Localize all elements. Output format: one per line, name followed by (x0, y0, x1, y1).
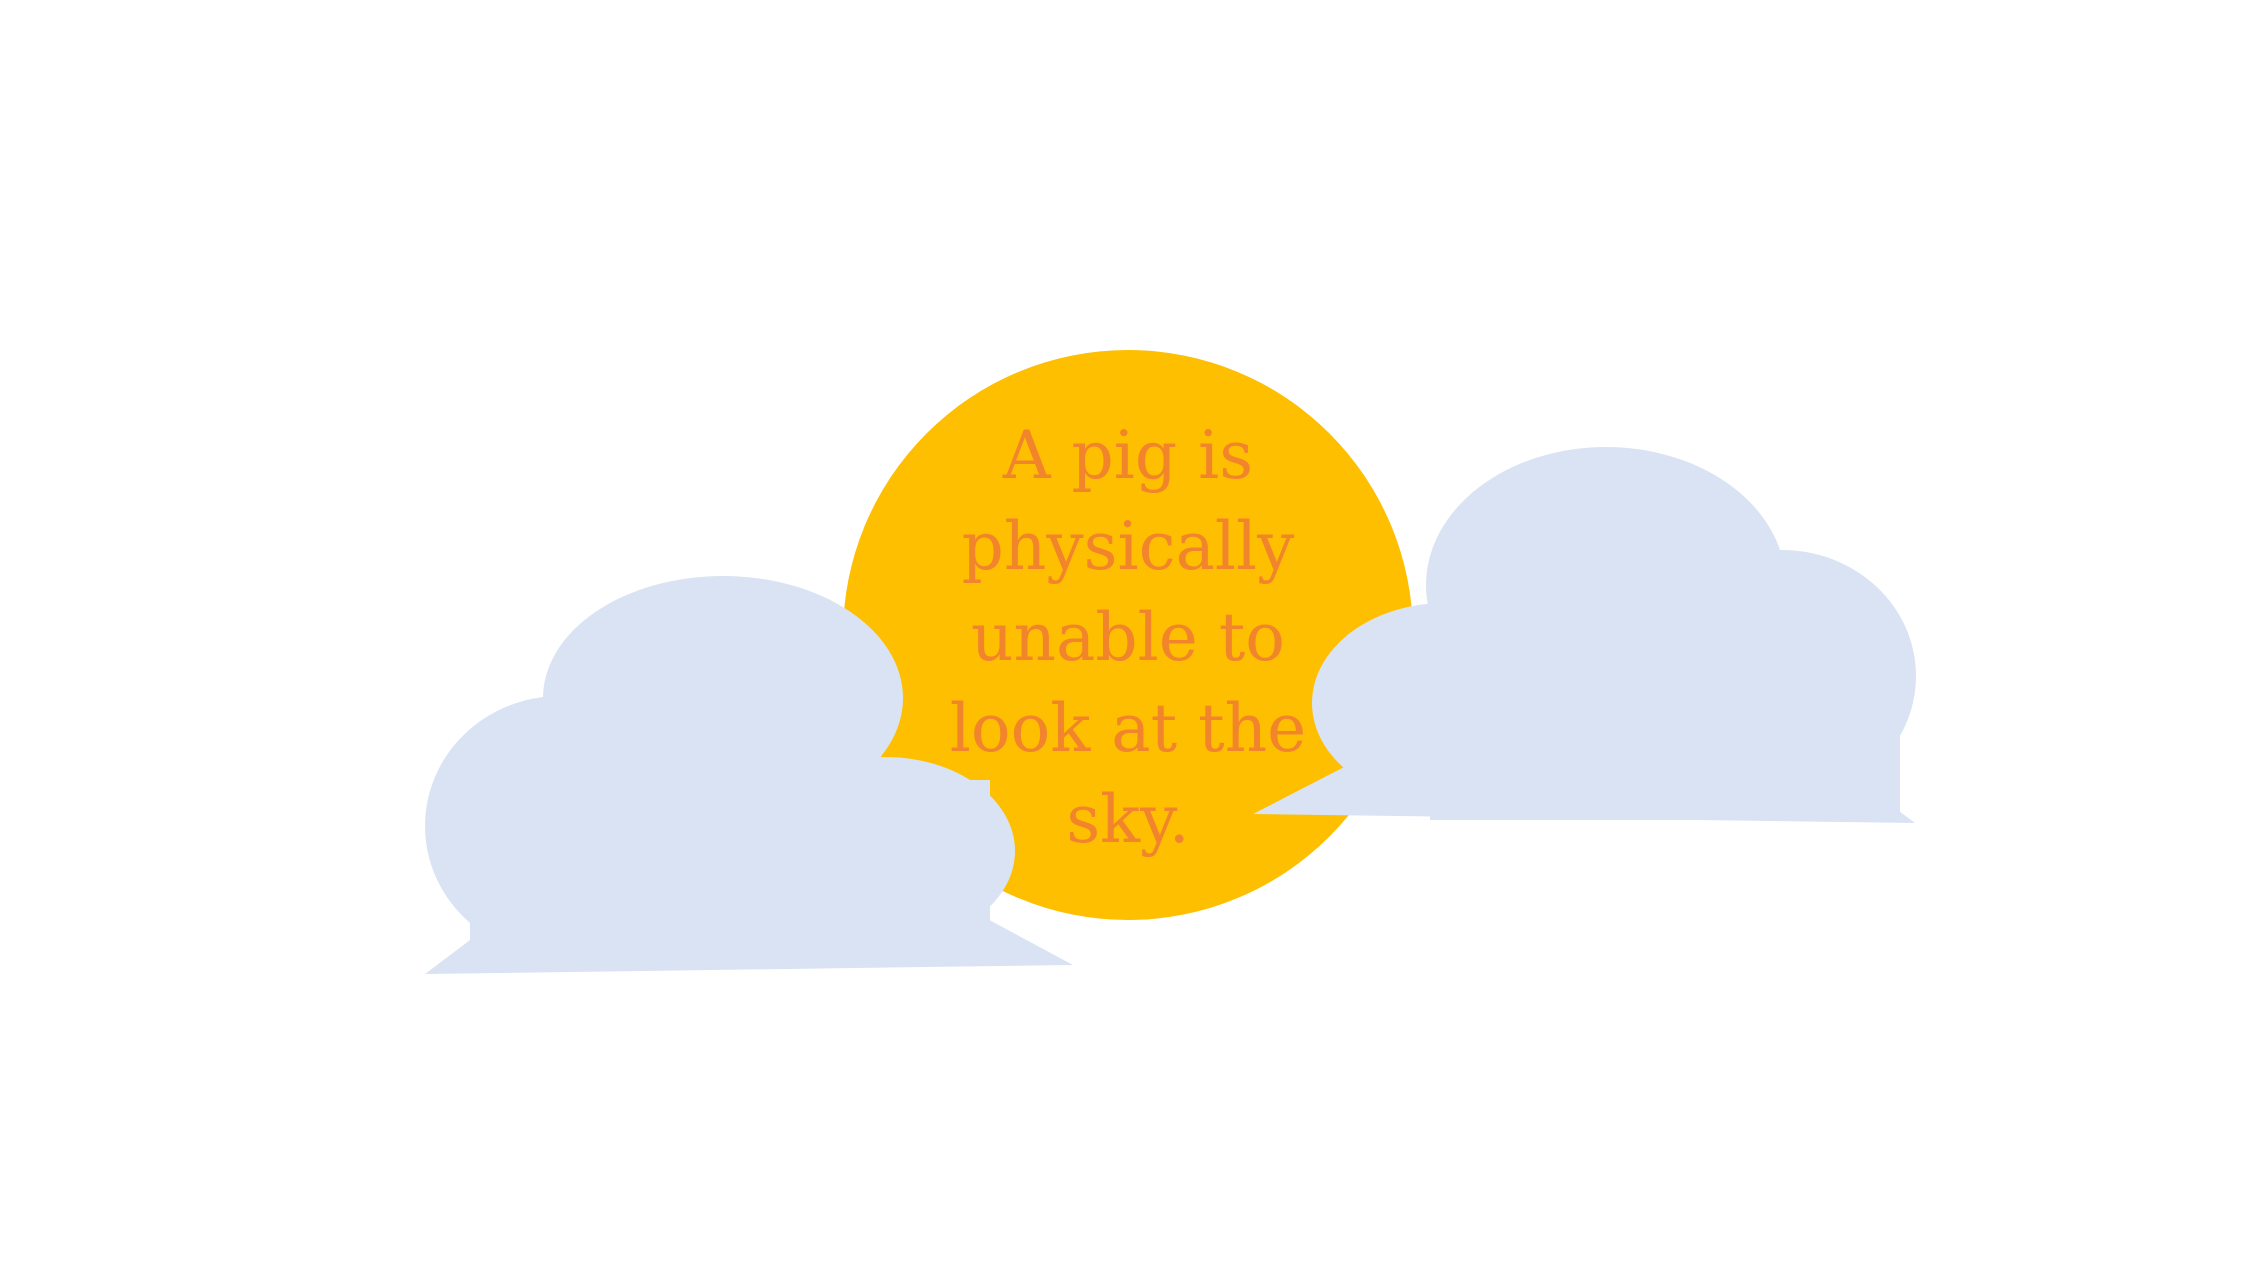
cloud-right-shape (1253, 447, 1916, 823)
slide-canvas: A pig is physically unable to look at th… (0, 0, 2249, 1265)
cloud-right-icon (1253, 447, 1916, 823)
